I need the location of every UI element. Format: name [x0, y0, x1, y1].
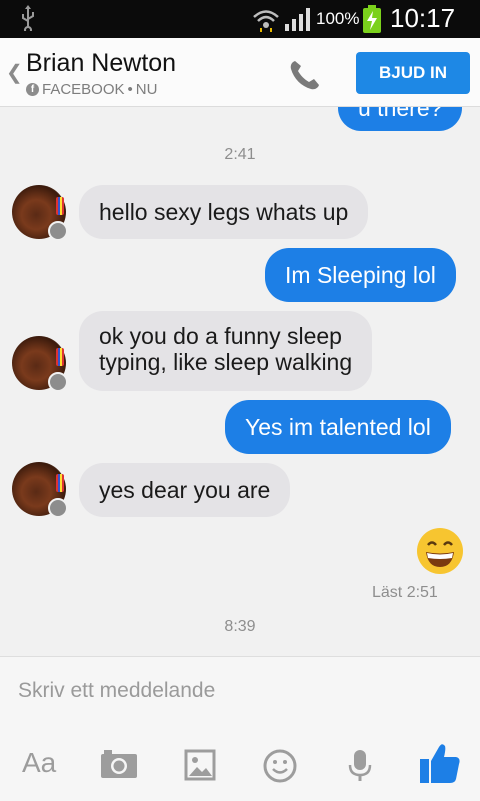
avatar[interactable]	[12, 462, 68, 518]
facebook-icon: f	[26, 83, 39, 96]
avatar[interactable]	[12, 185, 68, 241]
message-text: Yes im talented lol	[245, 414, 431, 440]
time-separator: 2:41	[224, 146, 256, 163]
grinning-face-emoji-icon[interactable]	[416, 527, 464, 580]
camera-icon[interactable]	[100, 749, 138, 784]
avatar-detail	[56, 348, 64, 366]
read-receipt: Läst 2:51	[372, 584, 438, 601]
time-separator: 8:39	[224, 618, 256, 635]
battery-charging-icon	[362, 5, 382, 38]
subtitle-source: FACEBOOK	[42, 81, 125, 98]
subtitle-status: NU	[135, 81, 158, 98]
message-input[interactable]: Skriv ett meddelande	[18, 679, 215, 703]
message-text: hello sexy legs whats up	[99, 199, 349, 225]
message-bubble-outgoing-clipped: u there?	[338, 107, 463, 131]
message-list[interactable]: u there? 2:41 hello sexy legs whats up I…	[0, 107, 480, 655]
subtitle-separator: •	[127, 81, 133, 98]
message-text: Im Sleeping lol	[285, 262, 436, 288]
usb-icon	[20, 5, 36, 36]
contact-subtitle: f FACEBOOK • NU	[26, 81, 157, 98]
gallery-icon[interactable]	[184, 749, 216, 786]
microphone-icon[interactable]	[348, 749, 372, 788]
message-bubble-incoming[interactable]: hello sexy legs whats up	[79, 185, 369, 239]
contact-name[interactable]: Brian Newton	[26, 49, 176, 78]
emoji-icon[interactable]	[263, 749, 297, 788]
invite-button[interactable]: BJUD IN	[356, 52, 470, 94]
message-bubble-outgoing[interactable]: Yes im talented lol	[225, 400, 451, 454]
avatar-detail	[56, 474, 64, 492]
signal-icon	[284, 6, 314, 37]
message-composer: Skriv ett meddelande Aa	[0, 656, 480, 801]
message-bubble-incoming[interactable]: yes dear you are	[79, 463, 291, 517]
avatar[interactable]	[12, 336, 68, 392]
avatar-detail	[56, 197, 64, 215]
text-format-button[interactable]: Aa	[22, 747, 56, 779]
message-text-line: typing, like sleep walking	[99, 349, 353, 375]
conversation-header: ❮ Brian Newton f FACEBOOK • NU BJUD IN	[0, 38, 480, 107]
back-chevron-icon[interactable]: ❮	[6, 60, 23, 85]
message-text: u there?	[358, 107, 443, 121]
like-icon[interactable]	[418, 741, 462, 790]
phone-call-icon[interactable]	[287, 57, 323, 98]
wifi-icon	[252, 8, 280, 37]
battery-percent: 100%	[316, 9, 360, 28]
message-text: yes dear you are	[99, 477, 271, 503]
status-time: 10:17	[390, 3, 456, 33]
status-bar: 100% 10:17	[0, 0, 480, 38]
message-text-line: ok you do a funny sleep	[99, 323, 342, 349]
message-bubble-incoming[interactable]: ok you do a funny sleep typing, like sle…	[79, 311, 373, 391]
message-bubble-outgoing[interactable]: Im Sleeping lol	[265, 248, 456, 302]
